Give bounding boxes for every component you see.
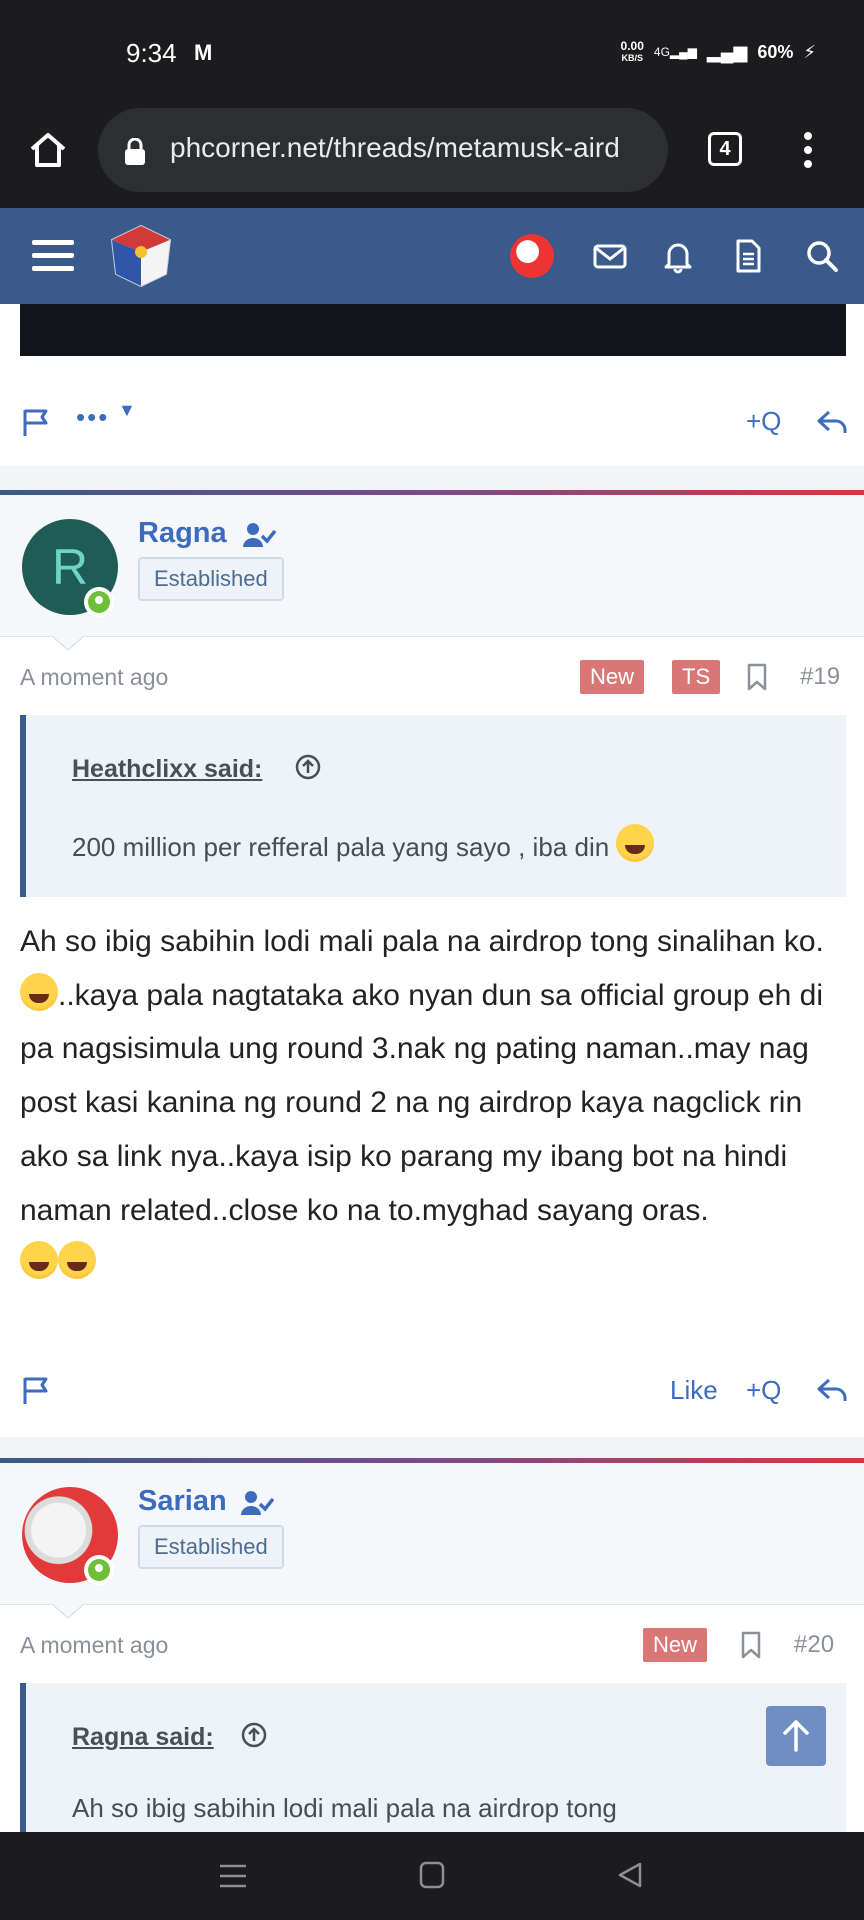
post-number[interactable]: #20 xyxy=(794,1631,834,1659)
quote-author[interactable]: Heathclixx said: xyxy=(72,755,262,784)
quote-block: Heathclixx said: 200 million per reffera… xyxy=(20,715,846,897)
username[interactable]: Sarian xyxy=(138,1485,227,1518)
home-button-icon[interactable] xyxy=(418,1860,446,1890)
more-actions-button[interactable]: ••• xyxy=(76,402,109,433)
reply-icon[interactable] xyxy=(816,406,848,438)
laughing-emoji-icon xyxy=(20,1241,58,1280)
tab-switcher-button[interactable]: 4 xyxy=(708,132,742,166)
signal-icon: 4G▂▄▆ xyxy=(653,45,697,59)
post-body: Ah so ibig sabihin lodi mali pala na air… xyxy=(20,915,850,1291)
new-badge: New xyxy=(580,660,645,694)
chevron-down-icon[interactable]: ▼ xyxy=(118,400,136,421)
status-time: 9:34 xyxy=(126,38,177,68)
verified-user-icon xyxy=(243,523,276,547)
back-icon[interactable] xyxy=(616,1860,644,1890)
search-icon[interactable] xyxy=(804,238,840,274)
arrow-up-icon xyxy=(783,1720,809,1752)
post-user-bar: Sarian Established xyxy=(0,1463,864,1605)
like-button[interactable]: Like xyxy=(670,1375,718,1406)
user-title: Established xyxy=(138,557,284,601)
scroll-to-top-button[interactable] xyxy=(766,1706,826,1766)
quote-author[interactable]: Ragna said: xyxy=(72,1723,214,1752)
browser-toolbar: phcorner.net/threads/metamusk-aird 4 xyxy=(0,104,864,208)
bell-icon[interactable] xyxy=(660,238,696,274)
previous-post-footer: ••• ▼ +Q xyxy=(0,304,864,466)
quote-text: Ah so ibig sabihin lodi mali pala na air… xyxy=(72,1793,617,1823)
post-time[interactable]: A moment ago xyxy=(20,664,168,691)
overflow-menu-icon[interactable] xyxy=(798,130,818,170)
online-status-icon xyxy=(84,1555,114,1585)
post-20: Sarian Established A moment ago New #20 … xyxy=(0,1463,864,1832)
user-title: Established xyxy=(138,1525,284,1569)
bookmark-icon[interactable] xyxy=(740,1631,762,1659)
quote-text: 200 million per refferal pala yang sayo … xyxy=(72,824,655,863)
menu-icon[interactable] xyxy=(32,240,74,272)
online-status-icon xyxy=(84,587,114,617)
laughing-emoji-icon xyxy=(58,1241,96,1280)
laughing-emoji-icon xyxy=(20,972,58,1011)
arrow-up-circle-icon[interactable] xyxy=(294,753,322,781)
logo-icon[interactable] xyxy=(108,222,174,290)
bookmark-icon[interactable] xyxy=(746,663,768,691)
document-icon[interactable] xyxy=(730,238,766,274)
status-bar: 9:34 M 0.00 KB/S 4G▂▄▆ ▂▄▆ 60% ⚡ xyxy=(0,0,864,104)
home-icon[interactable] xyxy=(28,130,68,170)
status-indicators: 0.00 KB/S 4G▂▄▆ ▂▄▆ 60% ⚡ xyxy=(621,40,816,64)
new-badge: New xyxy=(643,1628,708,1662)
report-flag-icon[interactable] xyxy=(20,1374,52,1406)
user-avatar-icon[interactable] xyxy=(510,234,554,278)
thread-starter-badge: TS xyxy=(672,660,721,694)
post-19: R Ragna Established A moment ago New TS … xyxy=(0,495,864,1437)
arrow-up-circle-icon[interactable] xyxy=(240,1721,268,1749)
laughing-emoji-icon xyxy=(616,824,655,862)
username[interactable]: Ragna xyxy=(138,517,227,550)
charging-icon: ⚡ xyxy=(803,41,816,62)
post-user-bar: R Ragna Established xyxy=(0,495,864,637)
url-text: phcorner.net/threads/metamusk-aird xyxy=(170,132,620,163)
lock-icon xyxy=(125,138,145,165)
post-time[interactable]: A moment ago xyxy=(20,1632,168,1659)
mail-icon[interactable] xyxy=(592,238,628,274)
system-navigation-bar xyxy=(0,1832,864,1920)
network-speed: 0.00 KB/S xyxy=(620,39,644,63)
reply-icon[interactable] xyxy=(816,1374,848,1406)
gmail-icon: M xyxy=(194,40,213,65)
battery-level: 60% xyxy=(757,41,794,62)
post-number[interactable]: #19 xyxy=(800,663,840,691)
address-bar[interactable]: phcorner.net/threads/metamusk-aird xyxy=(98,108,668,192)
multi-quote-button[interactable]: +Q xyxy=(746,406,781,437)
multi-quote-button[interactable]: +Q xyxy=(746,1375,781,1406)
quote-block: Ragna said: Ah so ibig sabihin lodi mali… xyxy=(20,1683,846,1832)
recent-apps-icon[interactable] xyxy=(218,1862,248,1890)
embedded-media[interactable] xyxy=(20,304,846,356)
verified-user-icon xyxy=(241,1491,274,1515)
report-flag-icon[interactable] xyxy=(20,406,52,438)
site-header xyxy=(0,208,864,304)
signal-icon-2: ▂▄▆ xyxy=(706,41,748,62)
thread-content[interactable]: ••• ▼ +Q R Ragna Established A moment ag… xyxy=(0,304,864,1832)
user-bar-notch xyxy=(52,1604,84,1619)
user-bar-notch xyxy=(52,636,84,651)
